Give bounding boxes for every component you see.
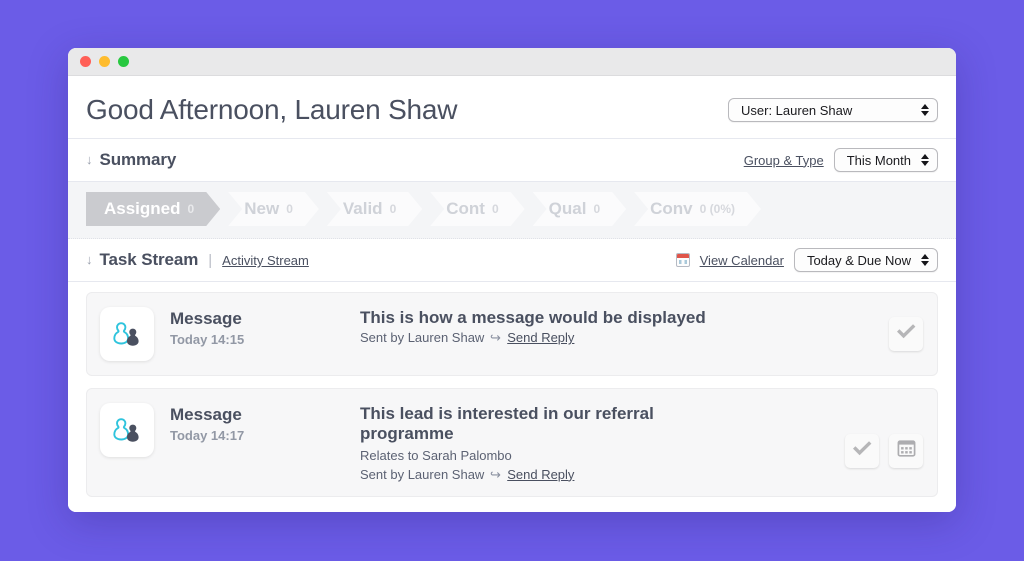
- funnel-stage-qual[interactable]: Qual 0: [533, 192, 626, 226]
- complete-task-button[interactable]: [845, 434, 879, 469]
- funnel-stage-count: 0: [389, 202, 397, 216]
- activity-stream-link[interactable]: Activity Stream: [222, 253, 309, 268]
- task-stream-header: ↓ Task Stream | Activity Stream View Cal…: [68, 239, 956, 282]
- task-actions: [889, 317, 923, 351]
- funnel-stage-count: 0: [491, 202, 499, 216]
- task-meta: Message Today 14:17: [170, 403, 360, 443]
- page-title: Good Afternoon, Lauren Shaw: [86, 94, 458, 125]
- task-card[interactable]: Message Today 14:15 This is how a message …: [86, 292, 938, 376]
- task-sender-row: Sent by Lauren Shaw ↩ Send Reply: [360, 330, 879, 345]
- chevron-down-icon[interactable]: ↓: [86, 253, 93, 266]
- greeting-row: Good Afternoon, Lauren Shaw User: Lauren…: [68, 76, 956, 139]
- zoom-window-button[interactable]: [118, 56, 129, 67]
- task-meta: Message Today 14:15: [170, 307, 360, 347]
- task-title: This lead is interested in our referral …: [360, 404, 654, 444]
- funnel-stage-label: Cont: [446, 199, 485, 218]
- title-separator: |: [208, 252, 213, 269]
- funnel-stage-label: Assigned: [104, 199, 181, 218]
- user-select-value: User: Lauren Shaw: [741, 102, 853, 118]
- funnel-stage-label: Conv: [650, 199, 693, 218]
- complete-check-icon: [852, 439, 872, 464]
- group-and-type-link[interactable]: Group & Type: [744, 153, 824, 168]
- summary-title: Summary: [99, 150, 177, 169]
- task-relates-to: Relates to Sarah Palombo: [360, 447, 512, 463]
- funnel-stage-new[interactable]: New 0: [228, 192, 319, 226]
- calendar-grid-icon: [897, 439, 916, 463]
- send-reply-link[interactable]: Send Reply: [507, 467, 574, 482]
- task-actions: [845, 434, 923, 469]
- task-type: Message: [170, 309, 242, 328]
- period-select[interactable]: This Month: [833, 148, 938, 172]
- complete-check-icon: [896, 322, 916, 347]
- window-titlebar: [68, 48, 956, 76]
- pipeline-funnel-band: Assigned 0 New 0 Valid 0 Cont 0 Qual 0 Conv 0 (0%): [68, 182, 956, 239]
- funnel-stage-count: 0: [187, 202, 195, 216]
- summary-header: ↓ Summary Group & Type This Month: [68, 139, 956, 182]
- contacts-avatar-icon: [100, 307, 154, 361]
- task-type: Message: [170, 405, 242, 424]
- task-stream-list: Message Today 14:15 This is how a message …: [68, 282, 956, 497]
- send-reply-link[interactable]: Send Reply: [507, 330, 574, 345]
- close-window-button[interactable]: [80, 56, 91, 67]
- contacts-avatar-icon: [100, 403, 154, 457]
- funnel-stage-cont[interactable]: Cont 0: [430, 192, 524, 226]
- period-select-value: This Month: [846, 152, 911, 168]
- funnel-stage-count: 0: [286, 202, 293, 216]
- task-time: Today 14:15: [170, 331, 245, 347]
- funnel-stage-count: 0: [593, 202, 601, 216]
- task-filter-value: Today & Due Now: [806, 252, 911, 268]
- task-body: This is how a message would be displayed…: [360, 307, 889, 345]
- task-sent-by: Sent by Lauren Shaw: [360, 330, 485, 346]
- funnel-stage-label: New: [244, 199, 280, 218]
- pipeline-funnel: Assigned 0 New 0 Valid 0 Cont 0 Qual 0 Conv 0 (0%): [86, 192, 938, 226]
- view-calendar-link[interactable]: View Calendar: [700, 253, 784, 268]
- funnel-stage-conv[interactable]: Conv 0 (0%): [634, 192, 761, 226]
- funnel-stage-count: 0 (0%): [699, 202, 735, 216]
- funnel-stage-valid[interactable]: Valid 0: [327, 192, 422, 226]
- funnel-stage-label: Qual: [548, 199, 587, 218]
- minimize-window-button[interactable]: [99, 56, 110, 67]
- chevron-down-icon[interactable]: ↓: [86, 153, 93, 166]
- task-stream-title: Task Stream: [99, 250, 199, 269]
- chevron-updown-icon: [921, 154, 929, 166]
- complete-task-button[interactable]: [889, 317, 923, 351]
- task-sender-row: Sent by Lauren Shaw ↩ Send Reply: [360, 467, 835, 482]
- schedule-task-button[interactable]: [889, 434, 923, 469]
- task-filter-select[interactable]: Today & Due Now: [793, 248, 938, 272]
- reply-arrow-icon: ↩: [490, 466, 502, 482]
- task-title: This is how a message would be displayed: [360, 308, 706, 327]
- funnel-stage-assigned[interactable]: Assigned 0: [86, 192, 220, 226]
- task-body: This lead is interested in our referral …: [360, 403, 845, 482]
- browser-window: Good Afternoon, Lauren Shaw User: Lauren…: [68, 48, 956, 512]
- funnel-stage-label: Valid: [342, 199, 383, 218]
- task-card[interactable]: Message Today 14:17 This lead is intereste…: [86, 388, 938, 497]
- chevron-updown-icon: [921, 104, 929, 116]
- task-time: Today 14:17: [170, 427, 245, 443]
- page-viewport: Good Afternoon, Lauren Shaw User: Lauren…: [68, 76, 956, 512]
- user-select[interactable]: User: Lauren Shaw: [728, 98, 938, 122]
- task-sent-by: Sent by Lauren Shaw: [360, 466, 485, 482]
- reply-arrow-icon: ↩: [490, 330, 502, 346]
- chevron-updown-icon: [921, 254, 929, 266]
- calendar-icon: [675, 253, 690, 267]
